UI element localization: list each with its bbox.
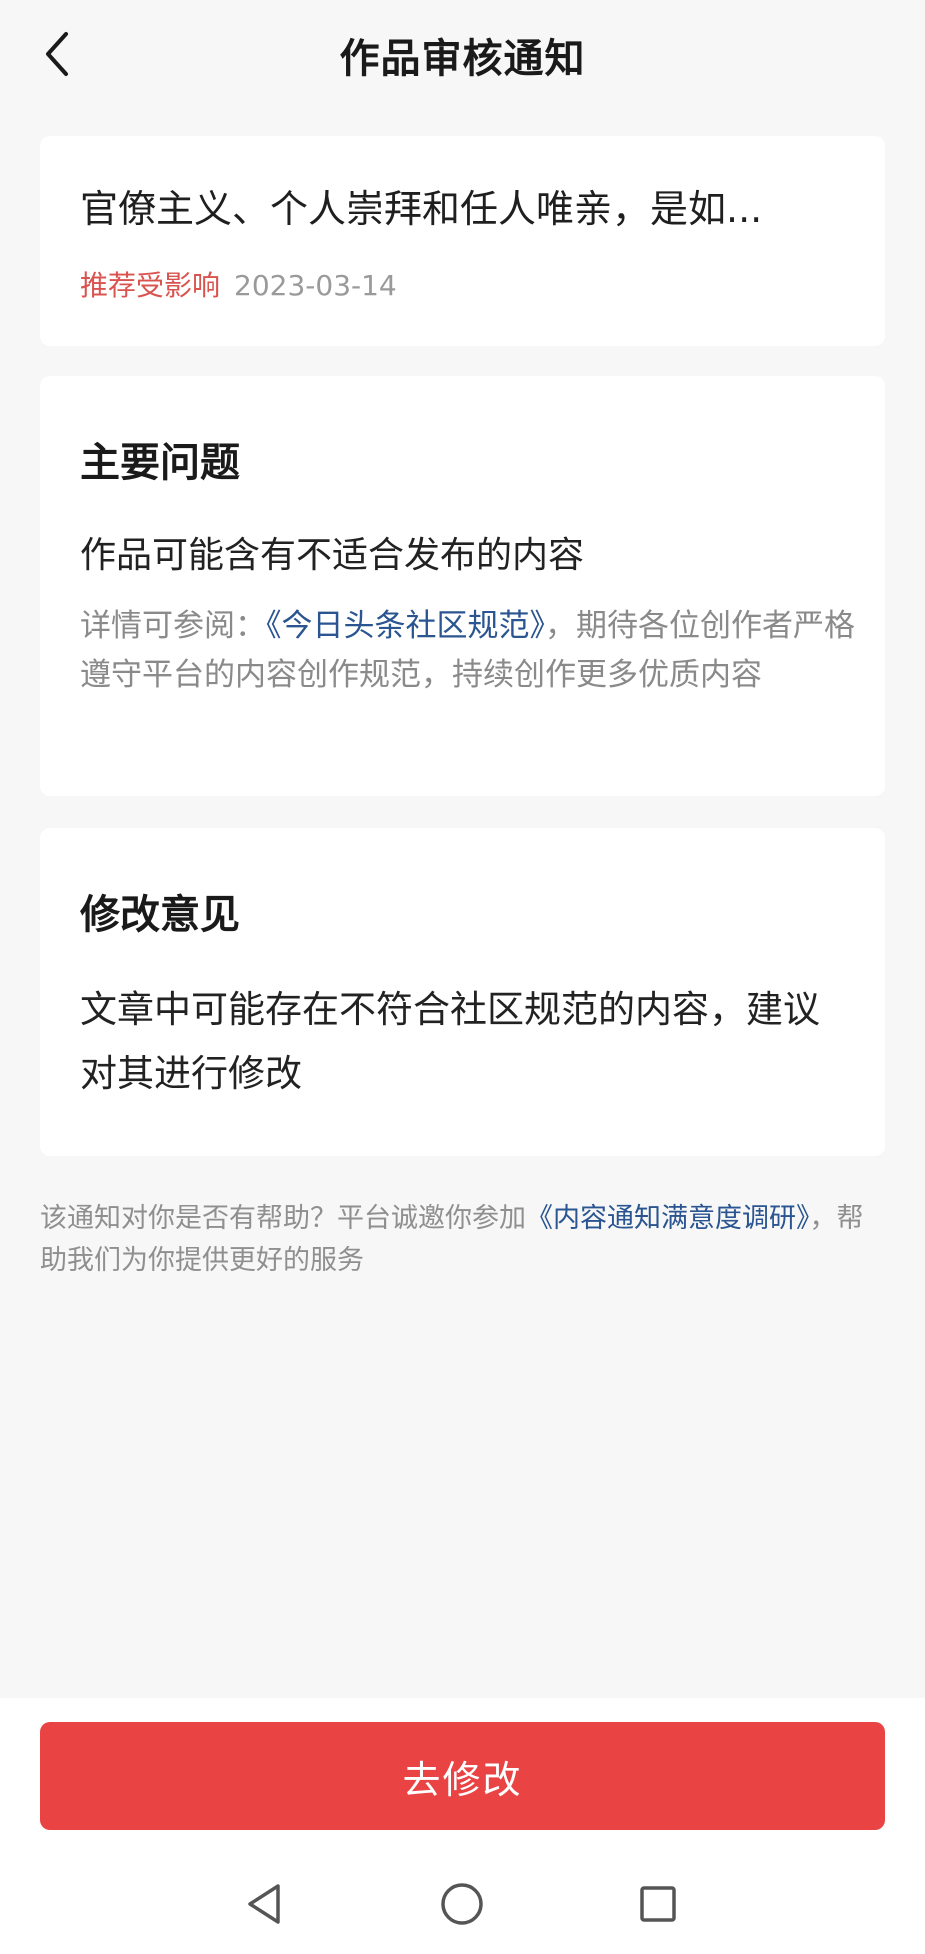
suggestion-text: 文章中可能存在不符合社区规范的内容，建议对其进行修改 [80,988,820,1095]
article-card[interactable]: 官僚主义、个人崇拜和任人唯亲，是如... 推荐受影响 2023-03-14 [40,136,885,346]
article-meta: 推荐受影响 2023-03-14 [80,264,397,304]
article-title[interactable]: 官僚主义、个人崇拜和任人唯亲，是如... [80,178,850,233]
suggestion-card: 修改意见 文章中可能存在不符合社区规范的内容，建议对其进行修改 [40,828,885,1156]
back-triangle-icon [248,1884,280,1924]
community-guidelines-link[interactable]: 《今日头条社区规范》 [266,608,545,644]
edit-button[interactable]: 去修改 [40,1722,885,1830]
main-issue-heading: 主要问题 [80,440,240,486]
article-date: 2023-03-14 [234,269,397,302]
survey-note: 该通知对你是否有帮助？平台诚邀你参加《内容通知满意度调研》，帮助我们为你提供更好… [40,1198,890,1282]
suggestion-heading: 修改意见 [80,892,240,938]
home-circle-icon [441,1883,483,1925]
system-nav-bar [0,1850,925,1954]
recents-square-icon [640,1886,676,1922]
main-issue-text: 作品可能含有不适合发布的内容 [80,535,585,576]
system-back-button[interactable] [232,1872,296,1936]
system-recents-button[interactable] [626,1872,690,1936]
system-home-button[interactable] [430,1872,494,1936]
main-issue-card: 主要问题 作品可能含有不适合发布的内容 详情可参阅：《今日头条社区规范》，期待各… [40,376,885,796]
detail-prefix: 详情可参阅： [80,608,266,644]
survey-prefix: 该通知对你是否有帮助？平台诚邀你参加 [40,1203,526,1234]
top-bar: 作品审核通知 [0,0,925,110]
main-issue-detail: 详情可参阅：《今日头条社区规范》，期待各位创作者严格遵守平台的内容创作规范，持续… [80,602,860,700]
page-title: 作品审核通知 [339,36,586,82]
status-badge: 推荐受影响 [80,269,221,302]
survey-link[interactable]: 《内容通知满意度调研》 [526,1203,810,1234]
